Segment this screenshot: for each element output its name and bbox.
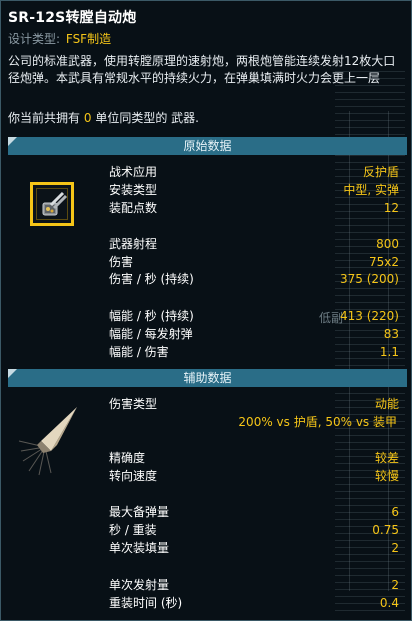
weapon-tooltip-panel: SR-12S转膛自动炮 设计类型: FSF制造 公司的标准武器，使用转膛原理的速… [0, 0, 412, 621]
stat-value: 0.4 [379, 596, 399, 610]
stat-value: 1.1 [379, 345, 399, 359]
stat-label: 幅能 / 秒 (持续) [109, 309, 194, 323]
stat-value: 反护盾 [362, 165, 399, 179]
damage-modifier-text: 200% vs 护盾, 50% vs 装甲 [238, 415, 397, 429]
stat-label: 武器射程 [109, 237, 158, 251]
stat-row-tactical-use: 战术应用 反护盾 [109, 163, 399, 181]
stat-row-refire-delay: 重装时间 (秒) 0.4 [109, 594, 399, 612]
stat-value: 较慢 [374, 469, 399, 483]
stat-label: 幅能 / 每发射弹 [109, 327, 193, 341]
stat-label: 单次发射量 [109, 578, 170, 592]
stat-label: 秒 / 重装 [109, 523, 157, 537]
owned-prefix: 你当前共拥有 [8, 111, 81, 125]
stat-value: 800 [376, 237, 399, 251]
stat-row-seconds-per-reload: 秒 / 重装 0.75 [109, 521, 399, 539]
stat-label: 最大备弹量 [109, 505, 170, 519]
stat-row-damage: 伤害 75x2 [109, 253, 399, 271]
stat-row-dps: 伤害 / 秒 (持续) 375 (200) [109, 270, 399, 288]
design-type-label: 设计类型: [8, 32, 61, 46]
weapon-description: 公司的标准武器，使用转膛原理的速射炮，两根炮管能连续发射12枚大口径炮弹。本武具… [8, 54, 396, 85]
stat-value: 动能 [374, 397, 399, 411]
stat-value: 12 [383, 201, 399, 215]
stat-row-max-ammo: 最大备弹量 6 [109, 503, 399, 521]
stat-label: 精确度 [109, 451, 146, 465]
stat-value: 6 [391, 505, 399, 519]
stat-label: 伤害 [109, 255, 134, 269]
manufacturer-name: FSF制造 [65, 32, 112, 46]
stat-row-accuracy: 精确度 较差 [109, 449, 399, 467]
stat-value: 2 [391, 541, 399, 555]
rotary-cannon-icon [42, 191, 68, 216]
stat-label: 战术应用 [109, 165, 158, 179]
stat-row-damage-type: 伤害类型 动能 [109, 395, 399, 413]
stat-value: 较差 [374, 451, 399, 465]
stat-value: 83 [383, 327, 399, 341]
stat-label: 转向速度 [109, 469, 158, 483]
primary-data-title: 原始数据 [183, 139, 232, 153]
auxiliary-data-title: 辅助数据 [183, 371, 232, 385]
stat-value: 375 (200) [340, 272, 399, 286]
stat-label: 装配点数 [109, 201, 158, 215]
stat-value: 0.75 [372, 523, 399, 537]
stat-value: 2 [391, 578, 399, 592]
stat-label: 重装时间 (秒) [109, 596, 183, 610]
header-corner-mark [8, 369, 17, 378]
design-type-line: 设计类型: FSF制造 [8, 30, 111, 47]
stat-row-turn-rate: 转向速度 较慢 [109, 467, 399, 485]
kinetic-wedge-icon [18, 407, 77, 476]
stat-label: 伤害 / 秒 (持续) [109, 272, 194, 286]
stat-row-range: 武器射程 800 [109, 235, 399, 253]
stat-row-ordnance-points: 装配点数 12 [109, 199, 399, 217]
stat-value: 75x2 [368, 255, 399, 269]
header-corner-mark [8, 137, 17, 146]
stat-label: 伤害类型 [109, 397, 158, 411]
stat-label: 单次装填量 [109, 541, 170, 555]
primary-data-header: 原始数据 [8, 137, 407, 155]
stat-row-burst-size: 单次发射量 2 [109, 576, 399, 594]
weapon-icon-frame [30, 182, 74, 226]
owned-suffix: 单位同类型的 武器. [95, 111, 199, 125]
weapon-icon-inner [36, 188, 68, 220]
stat-row-reload-size: 单次装填量 2 [109, 539, 399, 557]
stat-row-flux-per-shot: 幅能 / 每发射弹 83 [109, 325, 399, 343]
stat-row-flux-per-second: 幅能 / 秒 (持续) 413 (220) [109, 307, 399, 325]
auxiliary-data-header: 辅助数据 [8, 369, 407, 387]
owned-count: 0 [83, 111, 92, 125]
stat-row-flux-per-damage: 幅能 / 伤害 1.1 [109, 343, 399, 361]
stat-label: 幅能 / 伤害 [109, 345, 169, 359]
owned-count-line: 你当前共拥有 0 单位同类型的 武器. [8, 109, 199, 126]
stat-row-mount-type: 安装类型 中型, 实弹 [109, 181, 399, 199]
stat-value: 413 (220) [340, 309, 399, 323]
stat-value: 中型, 实弹 [343, 183, 399, 197]
weapon-title: SR-12S转膛自动炮 [8, 10, 137, 26]
stat-label: 安装类型 [109, 183, 158, 197]
